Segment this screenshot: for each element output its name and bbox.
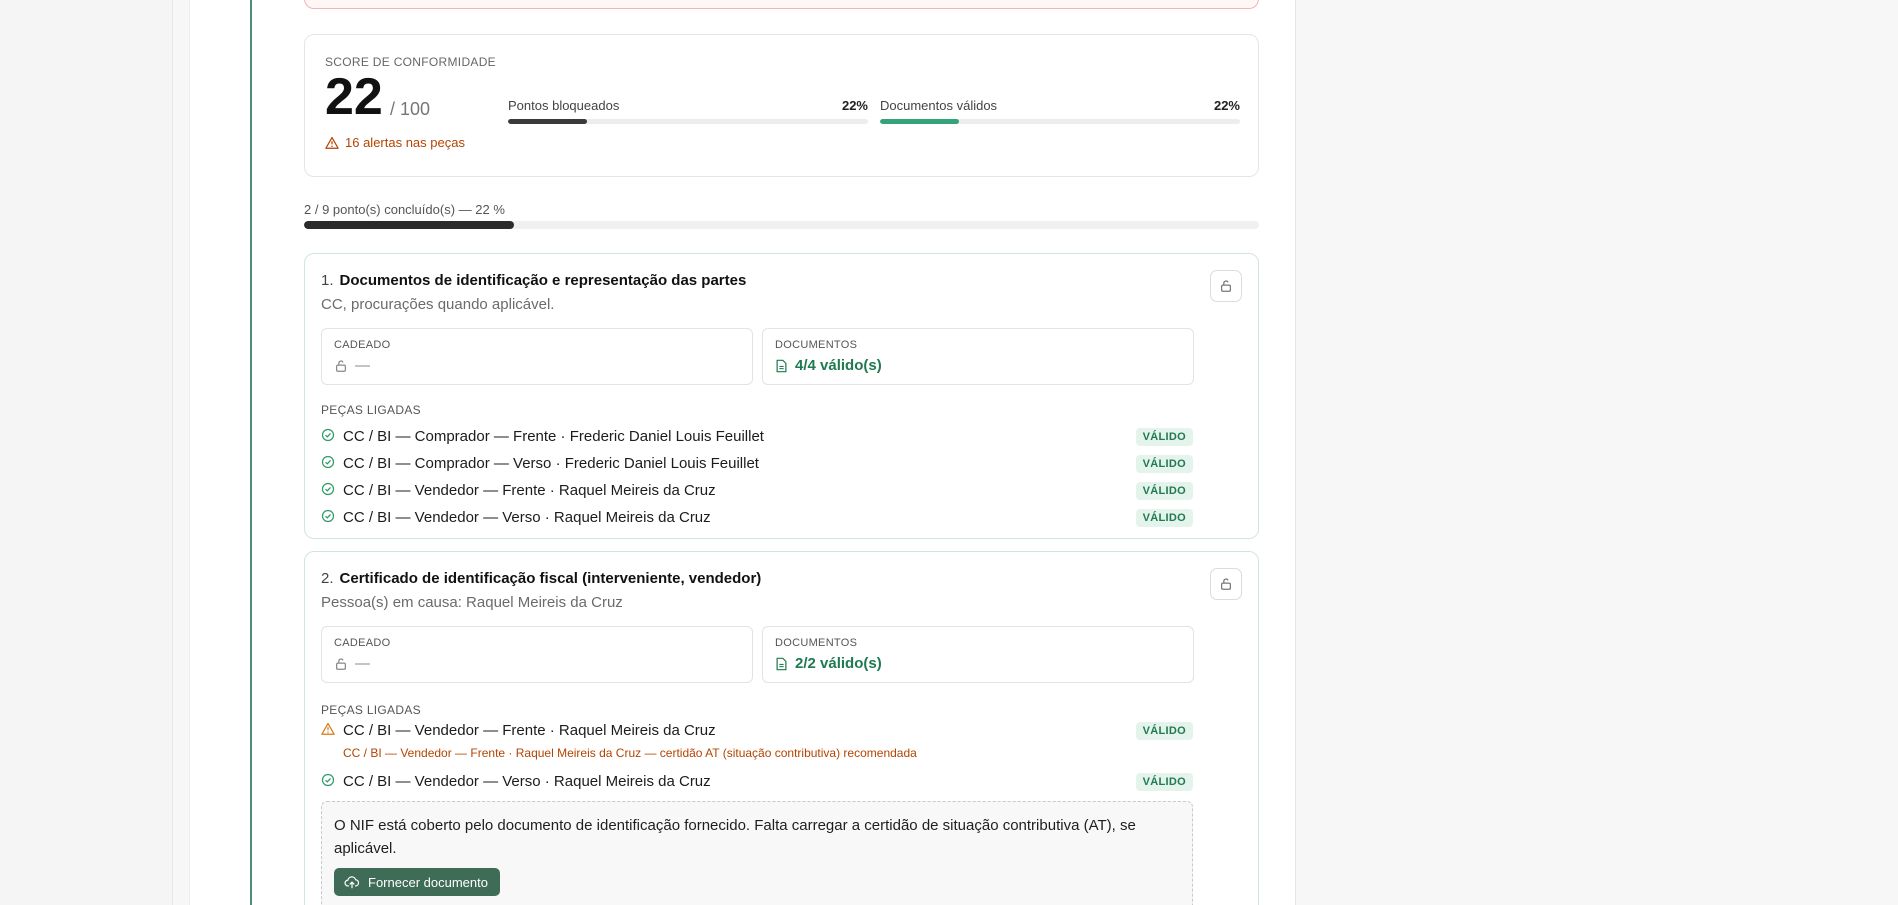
valid-badge: VÁLIDO xyxy=(1135,482,1193,500)
score-max: / 100 xyxy=(390,99,431,119)
score-alerts[interactable]: 16 alertas nas peças xyxy=(325,135,465,150)
score-card: SCORE DE CONFORMIDADE 22 / 100 16 alerta… xyxy=(304,34,1259,177)
section-title: 1. Documentos de identificação e represen… xyxy=(321,272,746,289)
provide-document-label: Fornecer documento xyxy=(368,874,488,890)
score-alerts-text: 16 alertas nas peças xyxy=(345,135,465,150)
linked-piece-name: CC / BI — Vendedor — Verso · Raquel Meir… xyxy=(343,509,711,526)
cloud-upload-icon xyxy=(344,876,360,889)
section-title-text: Certificado de identificação fiscal (int… xyxy=(339,570,762,587)
valid-badge: VÁLIDO xyxy=(1135,509,1193,527)
linked-piece[interactable]: CC / BI — Vendedor — Frente · Raquel Mei… xyxy=(321,480,1193,502)
check-circle-icon xyxy=(321,428,335,442)
warning-icon xyxy=(321,722,335,735)
unlock-icon xyxy=(336,657,346,670)
lock-button[interactable] xyxy=(1210,568,1242,600)
section-number: 2. xyxy=(321,570,334,587)
unlock-icon xyxy=(1221,578,1231,590)
meter-fill xyxy=(880,119,960,124)
linked-piece-name: CC / BI — Vendedor — Verso · Raquel Meir… xyxy=(343,773,711,790)
document-icon xyxy=(776,657,787,670)
meter-percent: 22% xyxy=(841,98,868,113)
linked-piece[interactable]: CC / BI — Vendedor — Verso · Raquel Meir… xyxy=(321,507,1193,529)
linked-piece-name: CC / BI — Vendedor — Frente · Raquel Mei… xyxy=(343,722,716,739)
warning-icon xyxy=(325,136,339,149)
documents-status-box: DOCUMENTOS 2/2 válido(s) xyxy=(762,626,1194,683)
meter-label: Pontos bloqueados xyxy=(508,98,620,113)
document-icon xyxy=(776,359,787,372)
check-circle-icon xyxy=(321,509,335,523)
linked-piece-name: CC / BI — Vendedor — Frente · Raquel Mei… xyxy=(343,482,716,499)
alert-banner xyxy=(304,0,1259,9)
meter-fill xyxy=(508,119,588,124)
accent-rail xyxy=(250,0,252,905)
lock-status-box: CADEADO — xyxy=(321,626,753,683)
piece-warning-note: CC / BI — Vendedor — Frente · Raquel Mei… xyxy=(343,746,917,760)
provide-document-button[interactable]: Fornecer documento xyxy=(334,868,500,896)
documents-status-value: 2/2 válido(s) xyxy=(795,655,882,672)
lock-status-label: CADEADO xyxy=(334,637,391,649)
section-subtitle: Pessoa(s) em causa: Raquel Meireis da Cr… xyxy=(321,594,623,611)
linked-piece-name: CC / BI — Comprador — Frente · Frederic … xyxy=(343,428,764,445)
meter-blocked: Pontos bloqueados 22% xyxy=(508,98,868,124)
unlock-icon xyxy=(336,359,346,372)
linked-pieces-label: PEÇAS LIGADAS xyxy=(321,703,421,717)
linked-piece[interactable]: CC / BI — Vendedor — Verso · Raquel Meir… xyxy=(321,771,1193,793)
valid-badge: VÁLIDO xyxy=(1135,428,1193,446)
lock-status-value: — xyxy=(355,655,370,672)
documents-status-label: DOCUMENTOS xyxy=(775,637,858,649)
score-label: SCORE DE CONFORMIDADE xyxy=(325,55,496,69)
documents-status-label: DOCUMENTOS xyxy=(775,339,858,351)
lock-status-value: — xyxy=(355,357,370,374)
missing-document-note: O NIF está coberto pelo documento de ide… xyxy=(321,801,1193,905)
unlock-icon xyxy=(1221,280,1231,292)
meter-valid-docs: Documentos válidos 22% xyxy=(880,98,1240,124)
check-circle-icon xyxy=(321,455,335,469)
section-title-text: Documentos de identificação e representa… xyxy=(339,272,747,289)
section-number: 1. xyxy=(321,272,334,289)
left-background xyxy=(0,0,173,905)
lock-status-box: CADEADO — xyxy=(321,328,753,385)
meter-percent: 22% xyxy=(1213,98,1240,113)
check-circle-icon xyxy=(321,482,335,496)
progress-label: 2 / 9 ponto(s) concluído(s) — 22 % xyxy=(304,202,505,217)
linked-piece[interactable]: CC / BI — Vendedor — Frente · Raquel Mei… xyxy=(321,720,1193,742)
checklist-section-2: 2. Certificado de identificação fiscal (i… xyxy=(304,551,1259,905)
progress-bar xyxy=(304,221,1259,229)
lock-button[interactable] xyxy=(1210,270,1242,302)
linked-piece[interactable]: CC / BI — Comprador — Verso · Frederic D… xyxy=(321,453,1193,475)
meter-label: Documentos válidos xyxy=(880,98,998,113)
section-title: 2. Certificado de identificação fiscal (i… xyxy=(321,570,761,587)
checklist-section-1: 1. Documentos de identificação e represen… xyxy=(304,253,1259,539)
linked-pieces-label: PEÇAS LIGADAS xyxy=(321,403,421,417)
lock-status-label: CADEADO xyxy=(334,339,391,351)
check-circle-icon xyxy=(321,773,335,787)
section-subtitle: CC, procurações quando aplicável. xyxy=(321,296,555,313)
note-text: O NIF está coberto pelo documento de ide… xyxy=(334,817,1136,857)
documents-status-box: DOCUMENTOS 4/4 válido(s) xyxy=(762,328,1194,385)
score-value: 22 xyxy=(325,68,383,126)
valid-badge: VÁLIDO xyxy=(1135,722,1193,740)
progress-fill xyxy=(304,221,515,229)
linked-piece[interactable]: CC / BI — Comprador — Frente · Frederic … xyxy=(321,426,1193,448)
valid-badge: VÁLIDO xyxy=(1135,773,1193,791)
linked-piece-name: CC / BI — Comprador — Verso · Frederic D… xyxy=(343,455,759,472)
documents-status-value: 4/4 válido(s) xyxy=(795,357,882,374)
valid-badge: VÁLIDO xyxy=(1135,455,1193,473)
